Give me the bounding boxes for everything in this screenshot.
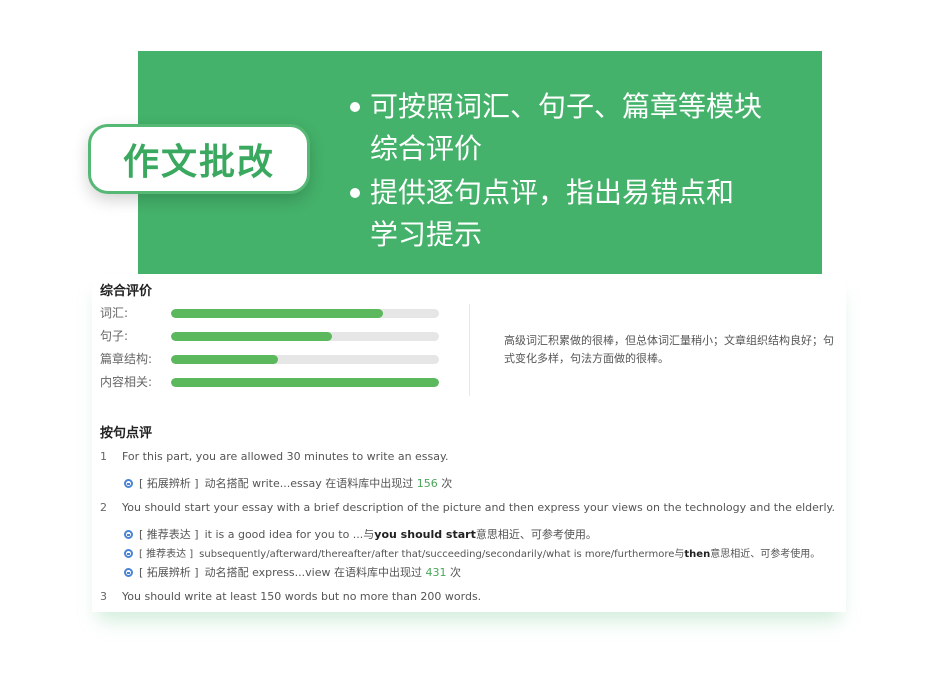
sentence-row: 3 You should write at least 150 words but…	[100, 590, 481, 603]
bullet-line: 提供逐句点评，指出易错点和	[370, 176, 735, 209]
score-row-vocabulary: 词汇:	[100, 304, 440, 322]
note-highlight: then	[684, 549, 711, 560]
bullet-dot-icon	[350, 102, 360, 112]
score-bar-track	[171, 332, 439, 341]
sentence-number: 2	[100, 501, 107, 514]
note-bullet-icon	[124, 549, 133, 558]
score-bar-fill	[171, 355, 279, 364]
feature-bullets: 可按照词汇、句子、篇章等模块 综合评价 提供逐句点评，指出易错点和 学习提示	[346, 86, 786, 258]
sentence-note[interactable]: [ 拓展辨析 ] 动名搭配 write...essay 在语料库中出现过 156 …	[124, 475, 452, 491]
essay-review-card: 综合评价 词汇: 句子: 篇章结构: 内容相关: 高级词汇积累做的很棒，但总体词…	[92, 274, 846, 612]
bullet-dot-icon	[350, 188, 360, 198]
note-suffix: 意思相近、可参考使用。	[475, 528, 597, 541]
sentence-review-title: 按句点评	[100, 426, 153, 441]
note-highlight: you should start	[374, 528, 476, 541]
note-tag: [ 推荐表达 ]	[139, 549, 194, 560]
bullet-line: 可按照词汇、句子、篇章等模块	[370, 90, 763, 123]
sentence-text: You should write at least 150 words but …	[122, 590, 482, 603]
score-row-sentence: 句子:	[100, 327, 440, 345]
score-bar-track	[171, 309, 439, 318]
score-label: 篇章结构:	[100, 352, 153, 366]
note-bullet-icon	[124, 530, 133, 539]
score-bar-fill	[171, 378, 439, 387]
sentence-text: For this part, you are allowed 30 minute…	[122, 450, 449, 463]
feature-badge: 作文批改	[88, 124, 310, 194]
score-bar-track	[171, 355, 439, 364]
note-tag: [ 拓展辨析 ]	[139, 477, 199, 490]
sentence-row: 1 For this part, you are allowed 30 minut…	[100, 450, 448, 463]
note-tag: [ 拓展辨析 ]	[139, 566, 199, 579]
note-text: 动名搭配 write...essay 在语料库中出现过	[204, 477, 414, 490]
score-label: 词汇:	[100, 306, 129, 320]
score-bar-track	[171, 378, 439, 387]
note-count: 156	[416, 477, 438, 490]
bullet-item: 提供逐句点评，指出易错点和 学习提示	[346, 172, 786, 256]
overall-summary: 高级词汇积累做的很棒，但总体词汇量稍小；文章组织结构良好；句式变化多样，句法方面…	[504, 334, 834, 365]
score-row-relevance: 内容相关:	[100, 373, 440, 391]
sentence-note[interactable]: [ 拓展辨析 ] 动名搭配 express...view 在语料库中出现过 431…	[124, 564, 461, 580]
sentence-number: 1	[100, 450, 107, 463]
bullet-item: 可按照词汇、句子、篇章等模块 综合评价	[346, 86, 786, 170]
note-tag: [ 推荐表达 ]	[139, 528, 199, 541]
score-row-structure: 篇章结构:	[100, 350, 440, 368]
score-label: 内容相关:	[100, 375, 153, 389]
note-suffix: 意思相近、可参考使用。	[710, 549, 821, 560]
sentence-row: 2 You should start your essay with a brie…	[100, 501, 835, 514]
overall-title: 综合评价	[100, 284, 153, 299]
note-bullet-icon	[124, 479, 133, 488]
score-label: 句子:	[100, 329, 129, 343]
note-suffix: 次	[449, 566, 461, 579]
badge-title: 作文批改	[122, 142, 275, 183]
note-text: 动名搭配 express...view 在语料库中出现过	[204, 566, 422, 579]
note-text: subsequently/afterward/thereafter/after …	[199, 549, 685, 560]
bullet-line: 综合评价	[370, 132, 483, 165]
sentence-note[interactable]: [ 推荐表达 ] subsequently/afterward/thereafte…	[124, 545, 820, 560]
note-suffix: 次	[441, 477, 453, 490]
note-bullet-icon	[124, 568, 133, 577]
bullet-line: 学习提示	[370, 218, 483, 251]
score-bar-fill	[171, 309, 383, 318]
note-text: it is a good idea for you to ...与	[204, 528, 375, 541]
column-divider	[469, 304, 470, 396]
sentence-note[interactable]: [ 推荐表达 ] it is a good idea for you to ...…	[124, 526, 597, 542]
sentence-text: You should start your essay with a brief…	[122, 501, 835, 514]
sentence-number: 3	[100, 590, 107, 603]
note-count: 431	[425, 566, 447, 579]
score-bar-fill	[171, 332, 332, 341]
